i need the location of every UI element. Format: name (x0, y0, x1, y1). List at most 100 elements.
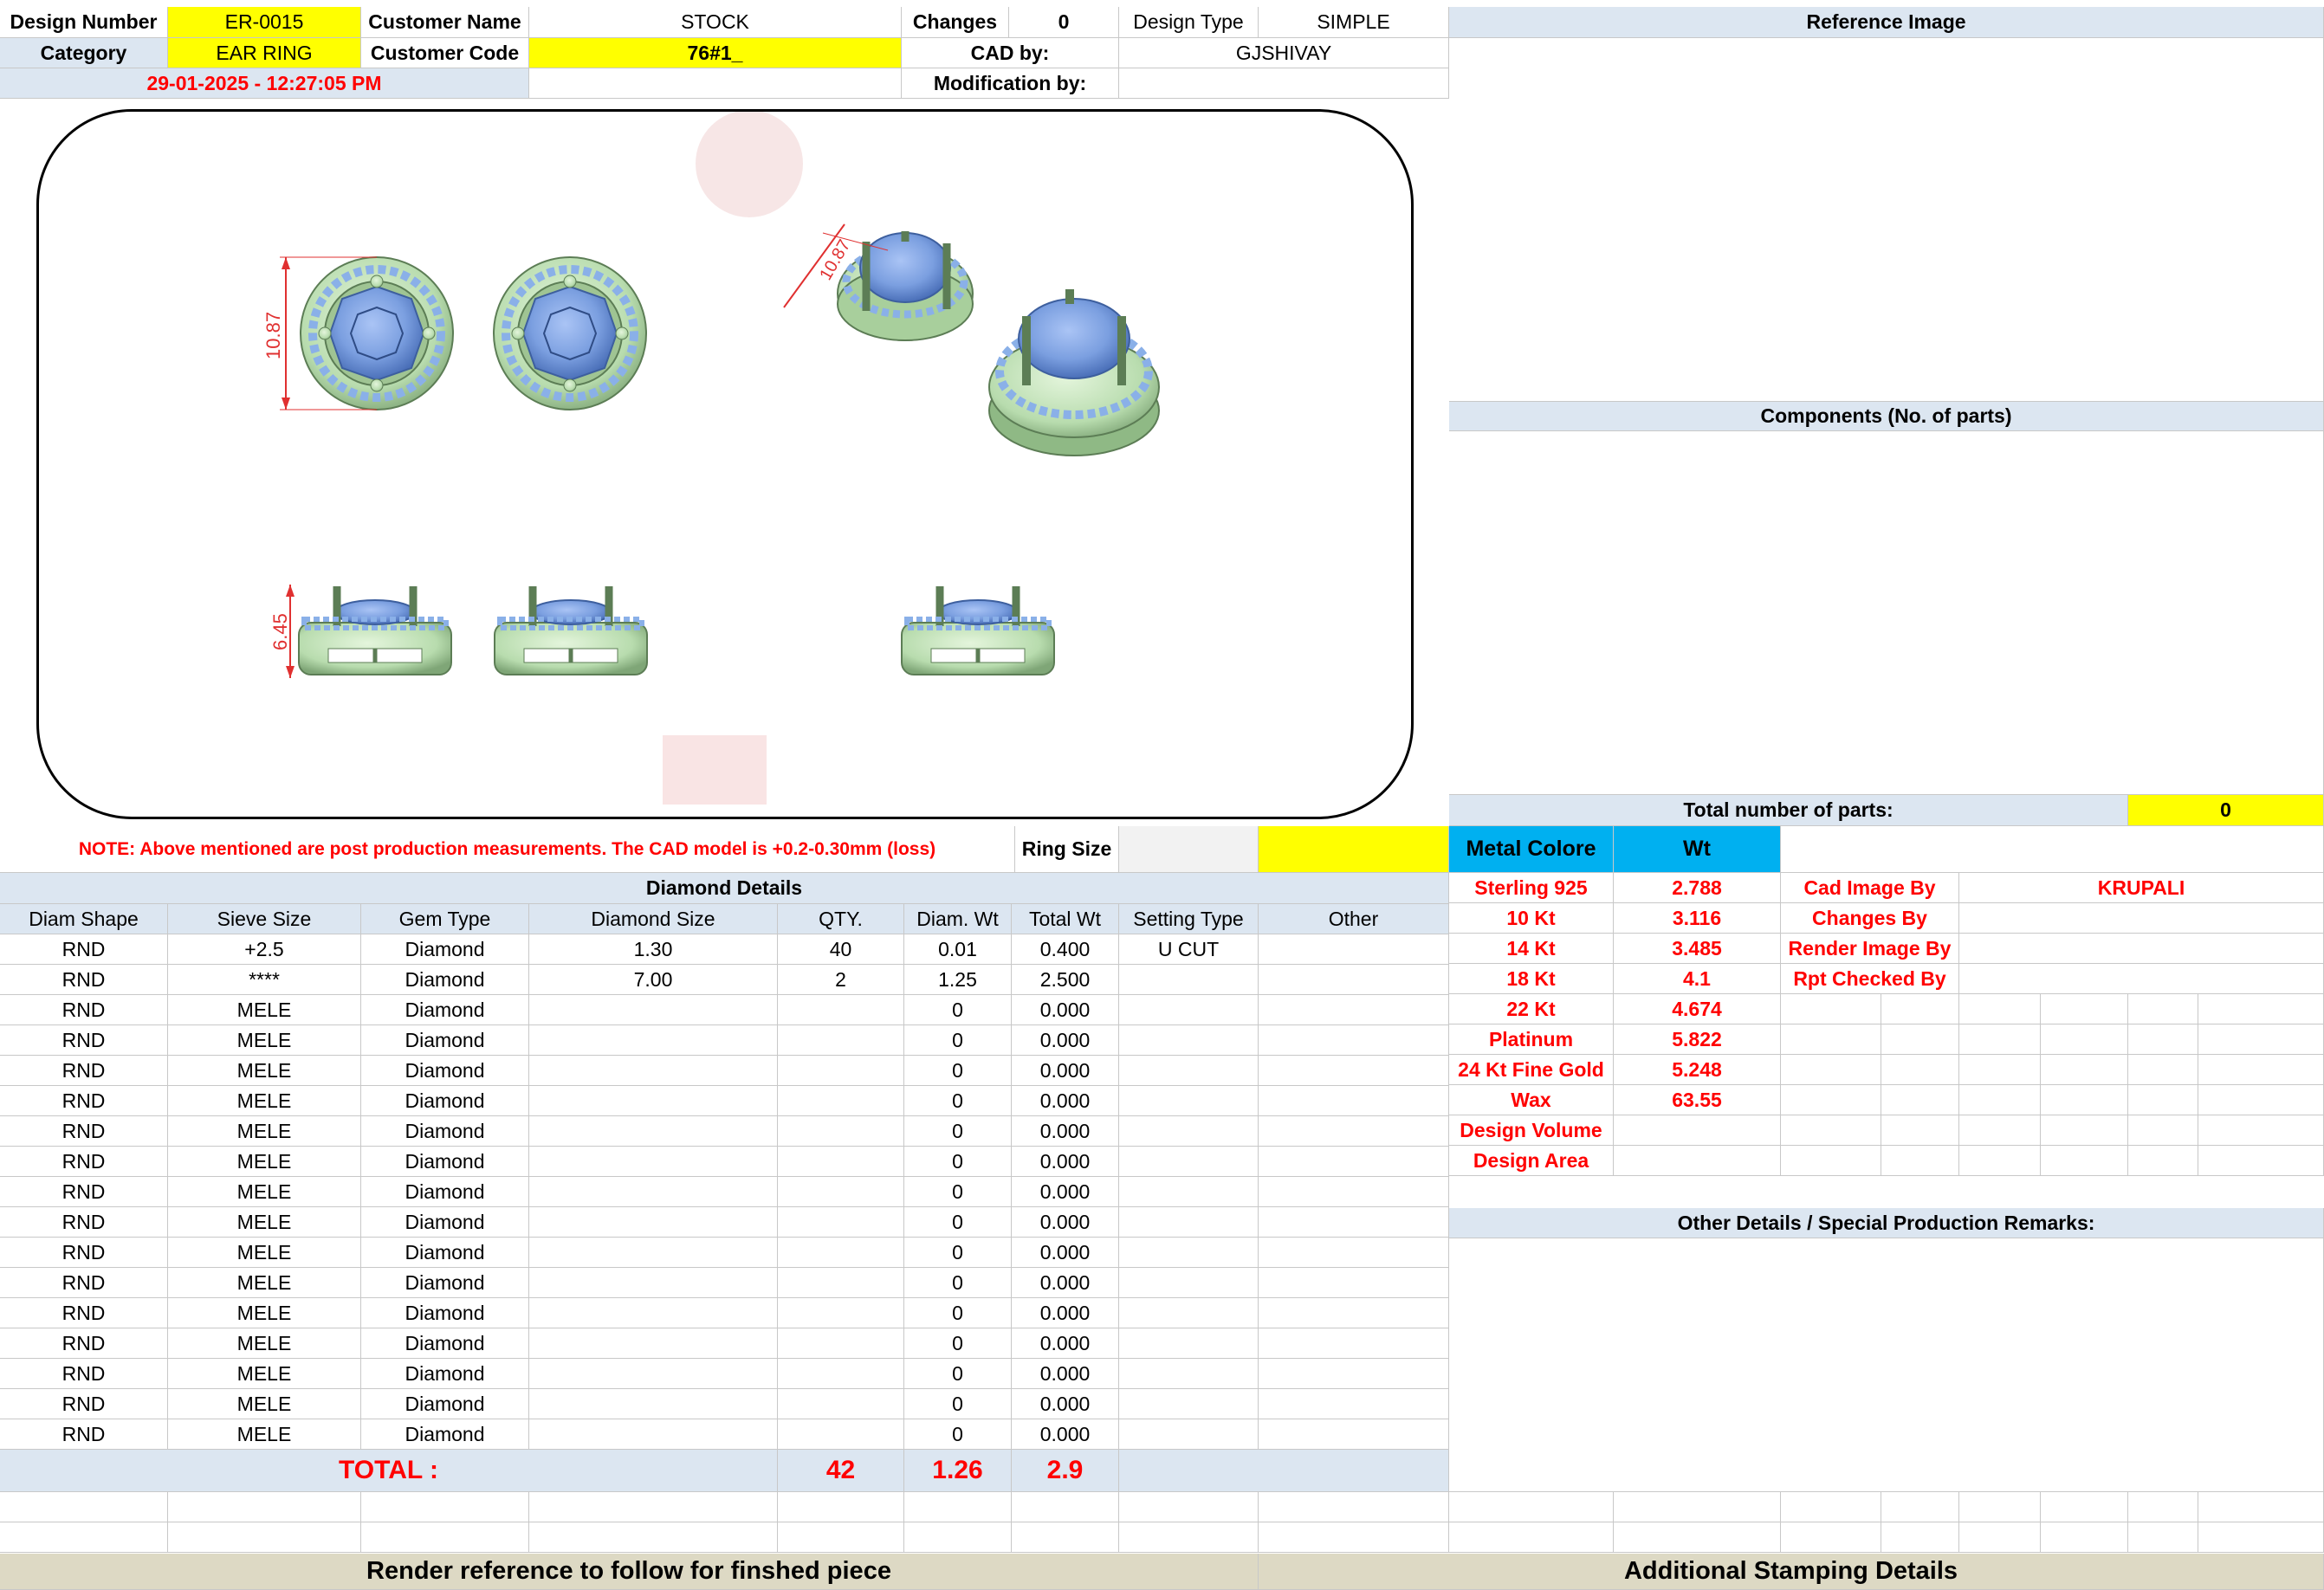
cell-setting-type[interactable] (1119, 1056, 1259, 1086)
cell-gem-type[interactable]: Diamond (361, 1116, 529, 1147)
cell-total-wt[interactable]: 0.000 (1012, 1116, 1119, 1147)
design-number-value[interactable]: ER-0015 (168, 7, 361, 38)
cell-gem-type[interactable]: Diamond (361, 934, 529, 965)
cell-diam-wt[interactable]: 0 (904, 1238, 1012, 1268)
cell-qty[interactable] (778, 1177, 904, 1207)
cell-total-wt[interactable]: 0.000 (1012, 1177, 1119, 1207)
cell-sieve-size[interactable]: MELE (168, 1268, 361, 1298)
cell-setting-type[interactable] (1119, 1268, 1259, 1298)
cell-diam-shape[interactable]: RND (0, 1056, 168, 1086)
role-value[interactable]: KRUPALI (1959, 873, 2324, 903)
cell-gem-type[interactable]: Diamond (361, 1328, 529, 1359)
cell-diam-shape[interactable]: RND (0, 1025, 168, 1056)
role-value[interactable] (1959, 964, 2324, 994)
cell-sieve-size[interactable]: +2.5 (168, 934, 361, 965)
cell-total-wt[interactable]: 0.000 (1012, 1328, 1119, 1359)
cell-gem-type[interactable]: Diamond (361, 995, 529, 1025)
category-value[interactable]: EAR RING (168, 38, 361, 68)
cell-diam-shape[interactable]: RND (0, 965, 168, 995)
cell-setting-type[interactable] (1119, 1298, 1259, 1328)
cell-total-wt[interactable]: 2.500 (1012, 965, 1119, 995)
cell-setting-type[interactable] (1119, 1207, 1259, 1238)
cell-setting-type[interactable] (1119, 1419, 1259, 1450)
cell-other[interactable] (1259, 1389, 1449, 1419)
cell-diam-wt[interactable]: 0 (904, 1147, 1012, 1177)
cell-setting-type[interactable] (1119, 1389, 1259, 1419)
cell-sieve-size[interactable]: MELE (168, 1328, 361, 1359)
cell-gem-type[interactable]: Diamond (361, 1268, 529, 1298)
cell-qty[interactable] (778, 1025, 904, 1056)
cell-diam-shape[interactable]: RND (0, 1207, 168, 1238)
ring-size-value[interactable] (1119, 826, 1259, 873)
cell-diamond-size[interactable]: 7.00 (529, 965, 778, 995)
cell-total-wt[interactable]: 0.400 (1012, 934, 1119, 965)
cell-diam-shape[interactable]: RND (0, 1298, 168, 1328)
cell-diam-wt[interactable]: 0 (904, 1177, 1012, 1207)
cell-other[interactable] (1259, 934, 1449, 965)
cell-total-wt[interactable]: 0.000 (1012, 1086, 1119, 1116)
cell-diamond-size[interactable] (529, 1177, 778, 1207)
cell-sieve-size[interactable]: MELE (168, 1419, 361, 1450)
cell-gem-type[interactable]: Diamond (361, 1147, 529, 1177)
cell-other[interactable] (1259, 1238, 1449, 1268)
cell-other[interactable] (1259, 1086, 1449, 1116)
cell-other[interactable] (1259, 1116, 1449, 1147)
changes-value[interactable]: 0 (1009, 7, 1119, 38)
cell-sieve-size[interactable]: MELE (168, 1025, 361, 1056)
cell-setting-type[interactable] (1119, 1116, 1259, 1147)
role-value[interactable] (1959, 903, 2324, 934)
cell-diam-shape[interactable]: RND (0, 1086, 168, 1116)
cell-diam-wt[interactable]: 0.01 (904, 934, 1012, 965)
cell-gem-type[interactable]: Diamond (361, 1207, 529, 1238)
cell-diamond-size[interactable] (529, 1268, 778, 1298)
role-value[interactable] (1959, 934, 2324, 964)
cad-by-value[interactable]: GJSHIVAY (1119, 38, 1449, 68)
cell-diamond-size[interactable] (529, 1056, 778, 1086)
cell-qty[interactable] (778, 1359, 904, 1389)
cell-diam-wt[interactable]: 0 (904, 1328, 1012, 1359)
cell-sieve-size[interactable]: MELE (168, 1056, 361, 1086)
cell-qty[interactable] (778, 1328, 904, 1359)
cell-qty[interactable] (778, 1147, 904, 1177)
cell-other[interactable] (1259, 1207, 1449, 1238)
cell-setting-type[interactable] (1119, 1025, 1259, 1056)
cell-diamond-size[interactable] (529, 1025, 778, 1056)
ring-size-highlight[interactable] (1259, 826, 1449, 873)
cell-diam-wt[interactable]: 0 (904, 1298, 1012, 1328)
cell-setting-type[interactable] (1119, 1238, 1259, 1268)
cell-diam-shape[interactable]: RND (0, 934, 168, 965)
cell-qty[interactable] (778, 1268, 904, 1298)
cell-diamond-size[interactable] (529, 1389, 778, 1419)
cell-diamond-size[interactable] (529, 1116, 778, 1147)
cell-diamond-size[interactable] (529, 995, 778, 1025)
cell-total-wt[interactable]: 0.000 (1012, 1025, 1119, 1056)
cell-diamond-size[interactable] (529, 1359, 778, 1389)
cell-qty[interactable] (778, 1056, 904, 1086)
other-details-area[interactable] (1449, 1238, 2324, 1492)
cell-diamond-size[interactable] (529, 1298, 778, 1328)
cell-sieve-size[interactable]: **** (168, 965, 361, 995)
customer-code-value[interactable]: 76#1_ (529, 38, 902, 68)
cell-total-wt[interactable]: 0.000 (1012, 1147, 1119, 1177)
cell-qty[interactable] (778, 1419, 904, 1450)
cell-diam-shape[interactable]: RND (0, 1238, 168, 1268)
cell-diam-shape[interactable]: RND (0, 1419, 168, 1450)
cell-total-wt[interactable]: 0.000 (1012, 1359, 1119, 1389)
cell-diamond-size[interactable] (529, 1419, 778, 1450)
cell-other[interactable] (1259, 1147, 1449, 1177)
cell-other[interactable] (1259, 995, 1449, 1025)
cell-sieve-size[interactable]: MELE (168, 1116, 361, 1147)
cell-diam-wt[interactable]: 0 (904, 1389, 1012, 1419)
design-type-value[interactable]: SIMPLE (1259, 7, 1449, 38)
cell-qty[interactable] (778, 1298, 904, 1328)
cell-diamond-size[interactable]: 1.30 (529, 934, 778, 965)
cell-diamond-size[interactable] (529, 1207, 778, 1238)
cell-setting-type[interactable] (1119, 1147, 1259, 1177)
cell-diam-shape[interactable]: RND (0, 995, 168, 1025)
cell-other[interactable] (1259, 965, 1449, 995)
cell-qty[interactable] (778, 1116, 904, 1147)
cell-total-wt[interactable]: 0.000 (1012, 1268, 1119, 1298)
cell-diamond-size[interactable] (529, 1086, 778, 1116)
cell-setting-type[interactable] (1119, 1177, 1259, 1207)
cell-diam-shape[interactable]: RND (0, 1116, 168, 1147)
